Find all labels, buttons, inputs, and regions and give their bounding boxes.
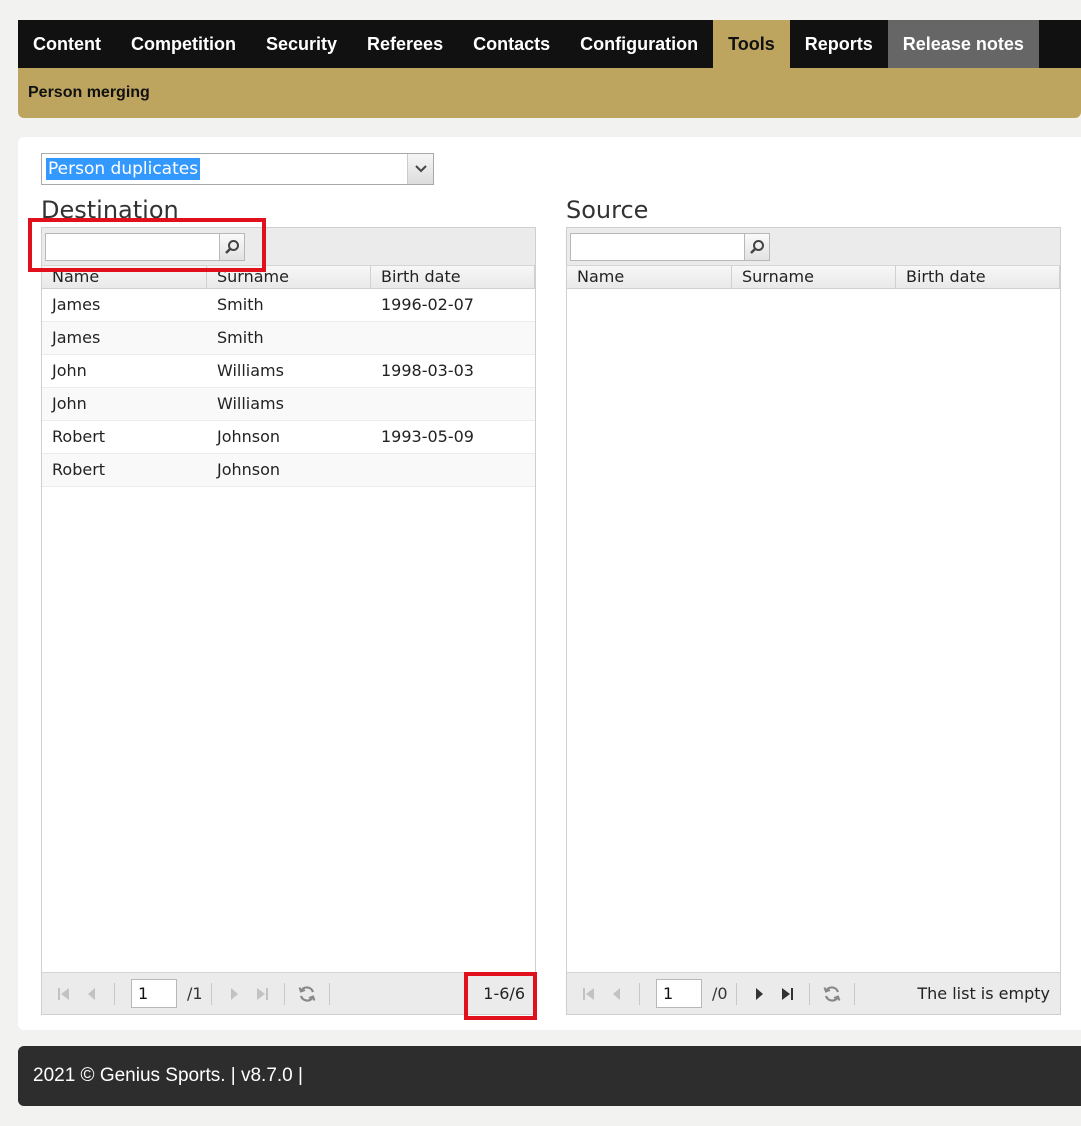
source-grid: Name Surname Birth date 1 /0 The list is… — [566, 227, 1061, 1015]
cell-birth-date — [371, 454, 535, 486]
last-page-icon[interactable] — [773, 980, 801, 1008]
chevron-down-icon[interactable] — [407, 154, 433, 184]
table-row[interactable]: James Smith 1996-02-07 — [42, 289, 535, 322]
pager-divider — [283, 982, 285, 1005]
cell-surname: Williams — [217, 394, 284, 413]
sub-navigation: Person merging — [18, 68, 1081, 118]
next-page-icon[interactable] — [220, 980, 248, 1008]
highlight-range-info — [464, 972, 537, 1020]
tab-referees[interactable]: Referees — [352, 20, 458, 68]
cell-name: John — [52, 361, 87, 380]
table-row[interactable]: John Williams — [42, 388, 535, 421]
cell-birth-date: 1996-02-07 — [381, 295, 474, 314]
previous-page-icon[interactable] — [78, 980, 106, 1008]
tab-configuration[interactable]: Configuration — [565, 20, 713, 68]
page-number-input[interactable]: 1 — [131, 979, 177, 1008]
source-pager: 1 /0 The list is empty — [567, 972, 1060, 1014]
tab-tools[interactable]: Tools — [713, 20, 790, 68]
cell-surname: Smith — [217, 328, 264, 347]
pager-divider — [735, 982, 737, 1005]
cell-name: James — [52, 328, 101, 347]
pager-divider — [210, 982, 212, 1005]
cell-name: James — [52, 295, 101, 314]
pager-divider — [853, 982, 855, 1005]
cell-surname: Smith — [217, 295, 264, 314]
tab-competition[interactable]: Competition — [116, 20, 251, 68]
pager-divider — [808, 982, 810, 1005]
first-page-icon[interactable] — [575, 980, 603, 1008]
merge-type-select[interactable]: Person duplicates — [41, 153, 434, 185]
tab-security[interactable]: Security — [251, 20, 352, 68]
table-row[interactable]: Robert Johnson 1993-05-09 — [42, 421, 535, 454]
cell-surname: Williams — [217, 361, 284, 380]
tab-reports[interactable]: Reports — [790, 20, 888, 68]
cell-birth-date: 1993-05-09 — [381, 427, 474, 446]
cell-birth-date — [371, 388, 535, 420]
merge-type-select-value: Person duplicates — [46, 158, 201, 180]
source-grid-header: Name Surname Birth date — [567, 266, 1060, 289]
cell-surname: Johnson — [217, 427, 281, 446]
source-title: Source — [566, 196, 649, 224]
table-row[interactable]: James Smith — [42, 322, 535, 355]
pager-divider — [639, 982, 640, 1005]
tab-release-notes[interactable]: Release notes — [887, 20, 1039, 68]
tab-content[interactable]: Content — [18, 20, 116, 68]
tab-contacts[interactable]: Contacts — [458, 20, 565, 68]
footer: 2021 © Genius Sports. | v8.7.0 | — [18, 1046, 1081, 1106]
cell-surname: Johnson — [217, 460, 281, 479]
footer-text: 2021 © Genius Sports. | v8.7.0 | — [33, 1065, 303, 1086]
table-row[interactable]: John Williams 1998-03-03 — [42, 355, 535, 388]
source-search-input[interactable] — [570, 233, 745, 261]
column-header-birth-date[interactable]: Birth date — [371, 266, 535, 288]
pager-empty-info: The list is empty — [917, 984, 1050, 1003]
highlight-search-box — [28, 218, 266, 272]
column-header-birth-date[interactable]: Birth date — [896, 266, 1060, 288]
refresh-icon[interactable] — [293, 980, 321, 1008]
previous-page-icon[interactable] — [603, 980, 631, 1008]
destination-pager: 1 /1 1-6/6 — [42, 972, 535, 1014]
last-page-icon[interactable] — [248, 980, 276, 1008]
cell-name: Robert — [52, 460, 106, 479]
page-total: /1 — [187, 984, 203, 1003]
destination-grid: Name Surname Birth date James Smith 1996… — [41, 227, 536, 1015]
subnav-item-person-merging[interactable]: Person merging — [28, 84, 150, 102]
pager-divider — [114, 982, 115, 1005]
table-row[interactable]: Robert Johnson — [42, 454, 535, 487]
page-number-input[interactable]: 1 — [656, 979, 702, 1008]
first-page-icon[interactable] — [50, 980, 78, 1008]
cell-birth-date: 1998-03-03 — [381, 361, 474, 380]
refresh-icon[interactable] — [818, 980, 846, 1008]
pager-divider — [328, 982, 330, 1005]
cell-name: John — [52, 394, 87, 413]
top-navigation: Content Competition Security Referees Co… — [18, 20, 1081, 68]
next-page-icon[interactable] — [745, 980, 773, 1008]
search-icon[interactable] — [744, 233, 770, 261]
column-header-surname[interactable]: Surname — [732, 266, 896, 288]
cell-birth-date — [371, 322, 535, 354]
column-header-name[interactable]: Name — [567, 266, 732, 288]
cell-name: Robert — [52, 427, 106, 446]
page-total: /0 — [712, 984, 728, 1003]
source-search-bar — [567, 228, 1060, 266]
